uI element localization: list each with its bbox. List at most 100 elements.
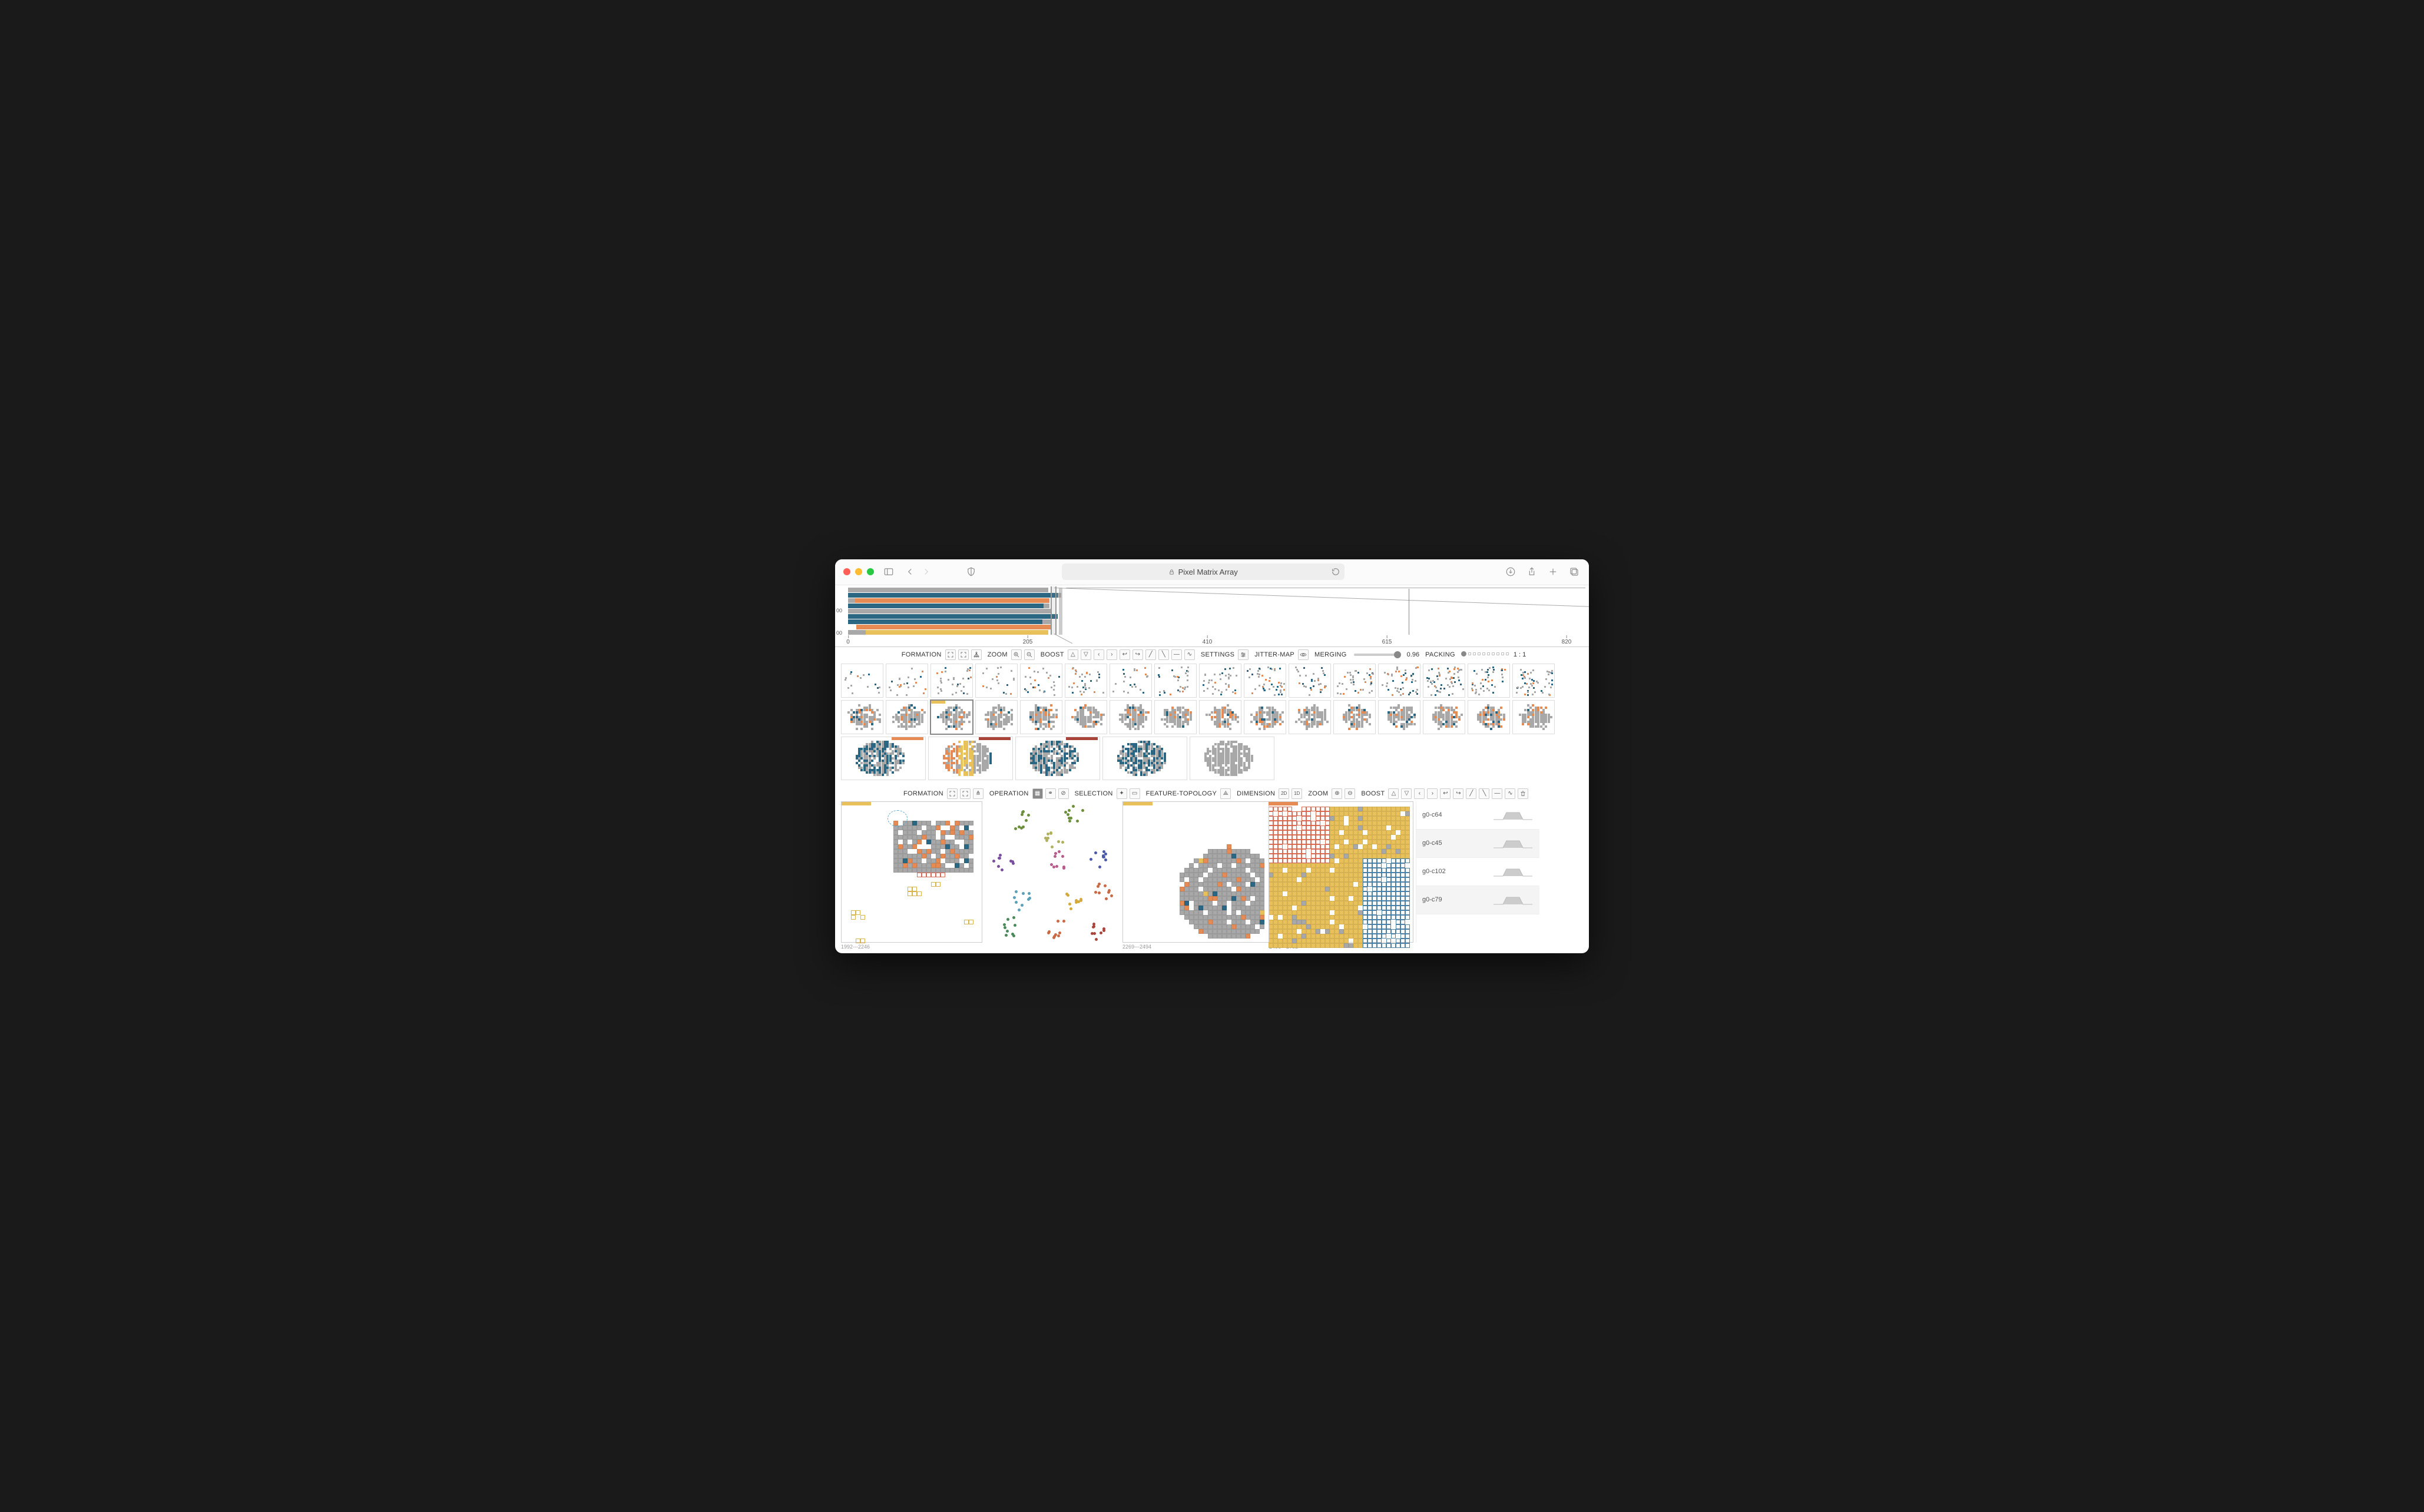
shield-icon[interactable]: [965, 565, 978, 578]
tri-down-icon[interactable]: ▽: [1401, 788, 1412, 799]
thumbnail[interactable]: [1423, 700, 1465, 734]
merging-slider[interactable]: [1354, 654, 1401, 656]
sidebar-toggle-icon[interactable]: [882, 565, 895, 578]
layer-icon[interactable]: ▦: [1032, 788, 1043, 799]
arrow-rev-icon[interactable]: ↩: [1440, 788, 1451, 799]
zoom-in-icon[interactable]: [1011, 649, 1022, 660]
arrow-fwd-icon[interactable]: ↪: [1453, 788, 1463, 799]
thumbnail[interactable]: [1199, 664, 1241, 698]
zoom-in-icon[interactable]: ⊕: [1332, 788, 1342, 799]
zoom-out-icon[interactable]: ⊖: [1345, 788, 1355, 799]
dash-icon[interactable]: —: [1492, 788, 1502, 799]
detail-panel-1[interactable]: [841, 801, 982, 943]
thumbnail[interactable]: [841, 664, 883, 698]
thumbnail[interactable]: [886, 700, 928, 734]
thumbnail[interactable]: [1015, 737, 1100, 780]
hierarchy-icon[interactable]: [971, 649, 982, 660]
thumbnail[interactable]: [1110, 700, 1152, 734]
point-select-icon[interactable]: ✦: [1117, 788, 1127, 799]
thumbnail[interactable]: [1065, 700, 1107, 734]
expand-icon[interactable]: [947, 788, 958, 799]
dash-icon[interactable]: —: [1171, 649, 1182, 660]
feature-list-item[interactable]: g0-c64: [1416, 801, 1539, 830]
thumbnail[interactable]: [841, 737, 926, 780]
new-tab-icon[interactable]: [1547, 565, 1559, 578]
tri-down-icon[interactable]: ▽: [1081, 649, 1091, 660]
packing-slider[interactable]: [1461, 652, 1509, 656]
overview-chart[interactable]: 00 00 0205410615820: [835, 585, 1589, 647]
link-icon[interactable]: ⚭: [1045, 788, 1056, 799]
tabs-icon[interactable]: [1568, 565, 1581, 578]
thumbnail[interactable]: [1020, 664, 1062, 698]
arrow-rev-icon[interactable]: ↩: [1120, 649, 1130, 660]
chevron-left-icon[interactable]: ‹: [1094, 649, 1104, 660]
thumbnail[interactable]: [1512, 664, 1555, 698]
line2-icon[interactable]: ╲: [1479, 788, 1489, 799]
thumbnail[interactable]: [1468, 700, 1510, 734]
thumbnail[interactable]: [1244, 700, 1286, 734]
wave-icon[interactable]: ∿: [1184, 649, 1195, 660]
thumbnail[interactable]: [1289, 664, 1331, 698]
chevron-right-icon[interactable]: ›: [1427, 788, 1438, 799]
collapse-icon[interactable]: [958, 649, 969, 660]
expand-icon[interactable]: [945, 649, 956, 660]
thumbnail[interactable]: [1378, 664, 1420, 698]
thumbnail[interactable]: [1512, 700, 1555, 734]
wave-icon[interactable]: ∿: [1505, 788, 1515, 799]
feature-list-item[interactable]: g0-c102: [1416, 858, 1539, 886]
collapse-icon[interactable]: [960, 788, 971, 799]
thumbnail[interactable]: [930, 700, 973, 734]
overview-selection[interactable]: [1051, 586, 1057, 635]
chevron-left-icon[interactable]: ‹: [1414, 788, 1425, 799]
forward-button[interactable]: [920, 565, 933, 578]
thumbnail[interactable]: [1154, 700, 1197, 734]
minimize-window-button[interactable]: [855, 568, 862, 575]
thumbnail[interactable]: [975, 700, 1018, 734]
thumbnail[interactable]: [1333, 700, 1376, 734]
thumbnail[interactable]: [928, 737, 1013, 780]
line2-icon[interactable]: ╲: [1158, 649, 1169, 660]
detail-panel-scatter[interactable]: [985, 801, 1120, 943]
topology-icon[interactable]: ⟁: [1220, 788, 1231, 799]
eye-icon[interactable]: [1298, 649, 1309, 660]
thumbnail[interactable]: [1333, 664, 1376, 698]
thumbnail[interactable]: [1102, 737, 1187, 780]
maximize-window-button[interactable]: [867, 568, 874, 575]
hierarchy-icon[interactable]: ⋔: [973, 788, 983, 799]
line-icon[interactable]: ╱: [1466, 788, 1476, 799]
thumbnail[interactable]: [886, 664, 928, 698]
reload-icon[interactable]: [1332, 568, 1340, 576]
feature-list[interactable]: g0-c64g0-c45g0-c102g0-c79: [1416, 801, 1539, 943]
tri-up-icon[interactable]: △: [1388, 788, 1399, 799]
share-icon[interactable]: [1525, 565, 1538, 578]
trash-icon[interactable]: [1518, 788, 1528, 799]
thumbnail[interactable]: [1199, 700, 1241, 734]
thumbnail[interactable]: [1378, 700, 1420, 734]
thumbnail[interactable]: [1244, 664, 1286, 698]
zoom-out-icon[interactable]: [1024, 649, 1035, 660]
thumbnail[interactable]: [975, 664, 1018, 698]
back-button[interactable]: [903, 565, 916, 578]
thumbnail[interactable]: [1065, 664, 1107, 698]
feature-list-item[interactable]: g0-c45: [1416, 830, 1539, 858]
unlink-icon[interactable]: ⊘: [1058, 788, 1069, 799]
chevron-right-icon[interactable]: ›: [1107, 649, 1117, 660]
thumbnail[interactable]: [1190, 737, 1274, 780]
arrow-fwd-icon[interactable]: ↪: [1132, 649, 1143, 660]
box-select-icon[interactable]: ▭: [1130, 788, 1140, 799]
line-icon[interactable]: ╱: [1145, 649, 1156, 660]
2d-icon[interactable]: 2D: [1279, 788, 1289, 799]
tri-up-icon[interactable]: △: [1068, 649, 1078, 660]
thumbnail[interactable]: [1154, 664, 1197, 698]
address-bar[interactable]: Pixel Matrix Array: [1062, 563, 1345, 580]
detail-panel-3[interactable]: [1122, 801, 1413, 943]
thumbnail[interactable]: [841, 700, 883, 734]
downloads-icon[interactable]: [1504, 565, 1517, 578]
thumbnail[interactable]: [1423, 664, 1465, 698]
feature-list-item[interactable]: g0-c79: [1416, 886, 1539, 914]
thumbnail[interactable]: [1289, 700, 1331, 734]
thumbnail[interactable]: [1468, 664, 1510, 698]
1d-icon[interactable]: 1D: [1292, 788, 1302, 799]
thumbnail[interactable]: [1020, 700, 1062, 734]
sliders-icon[interactable]: [1238, 649, 1249, 660]
